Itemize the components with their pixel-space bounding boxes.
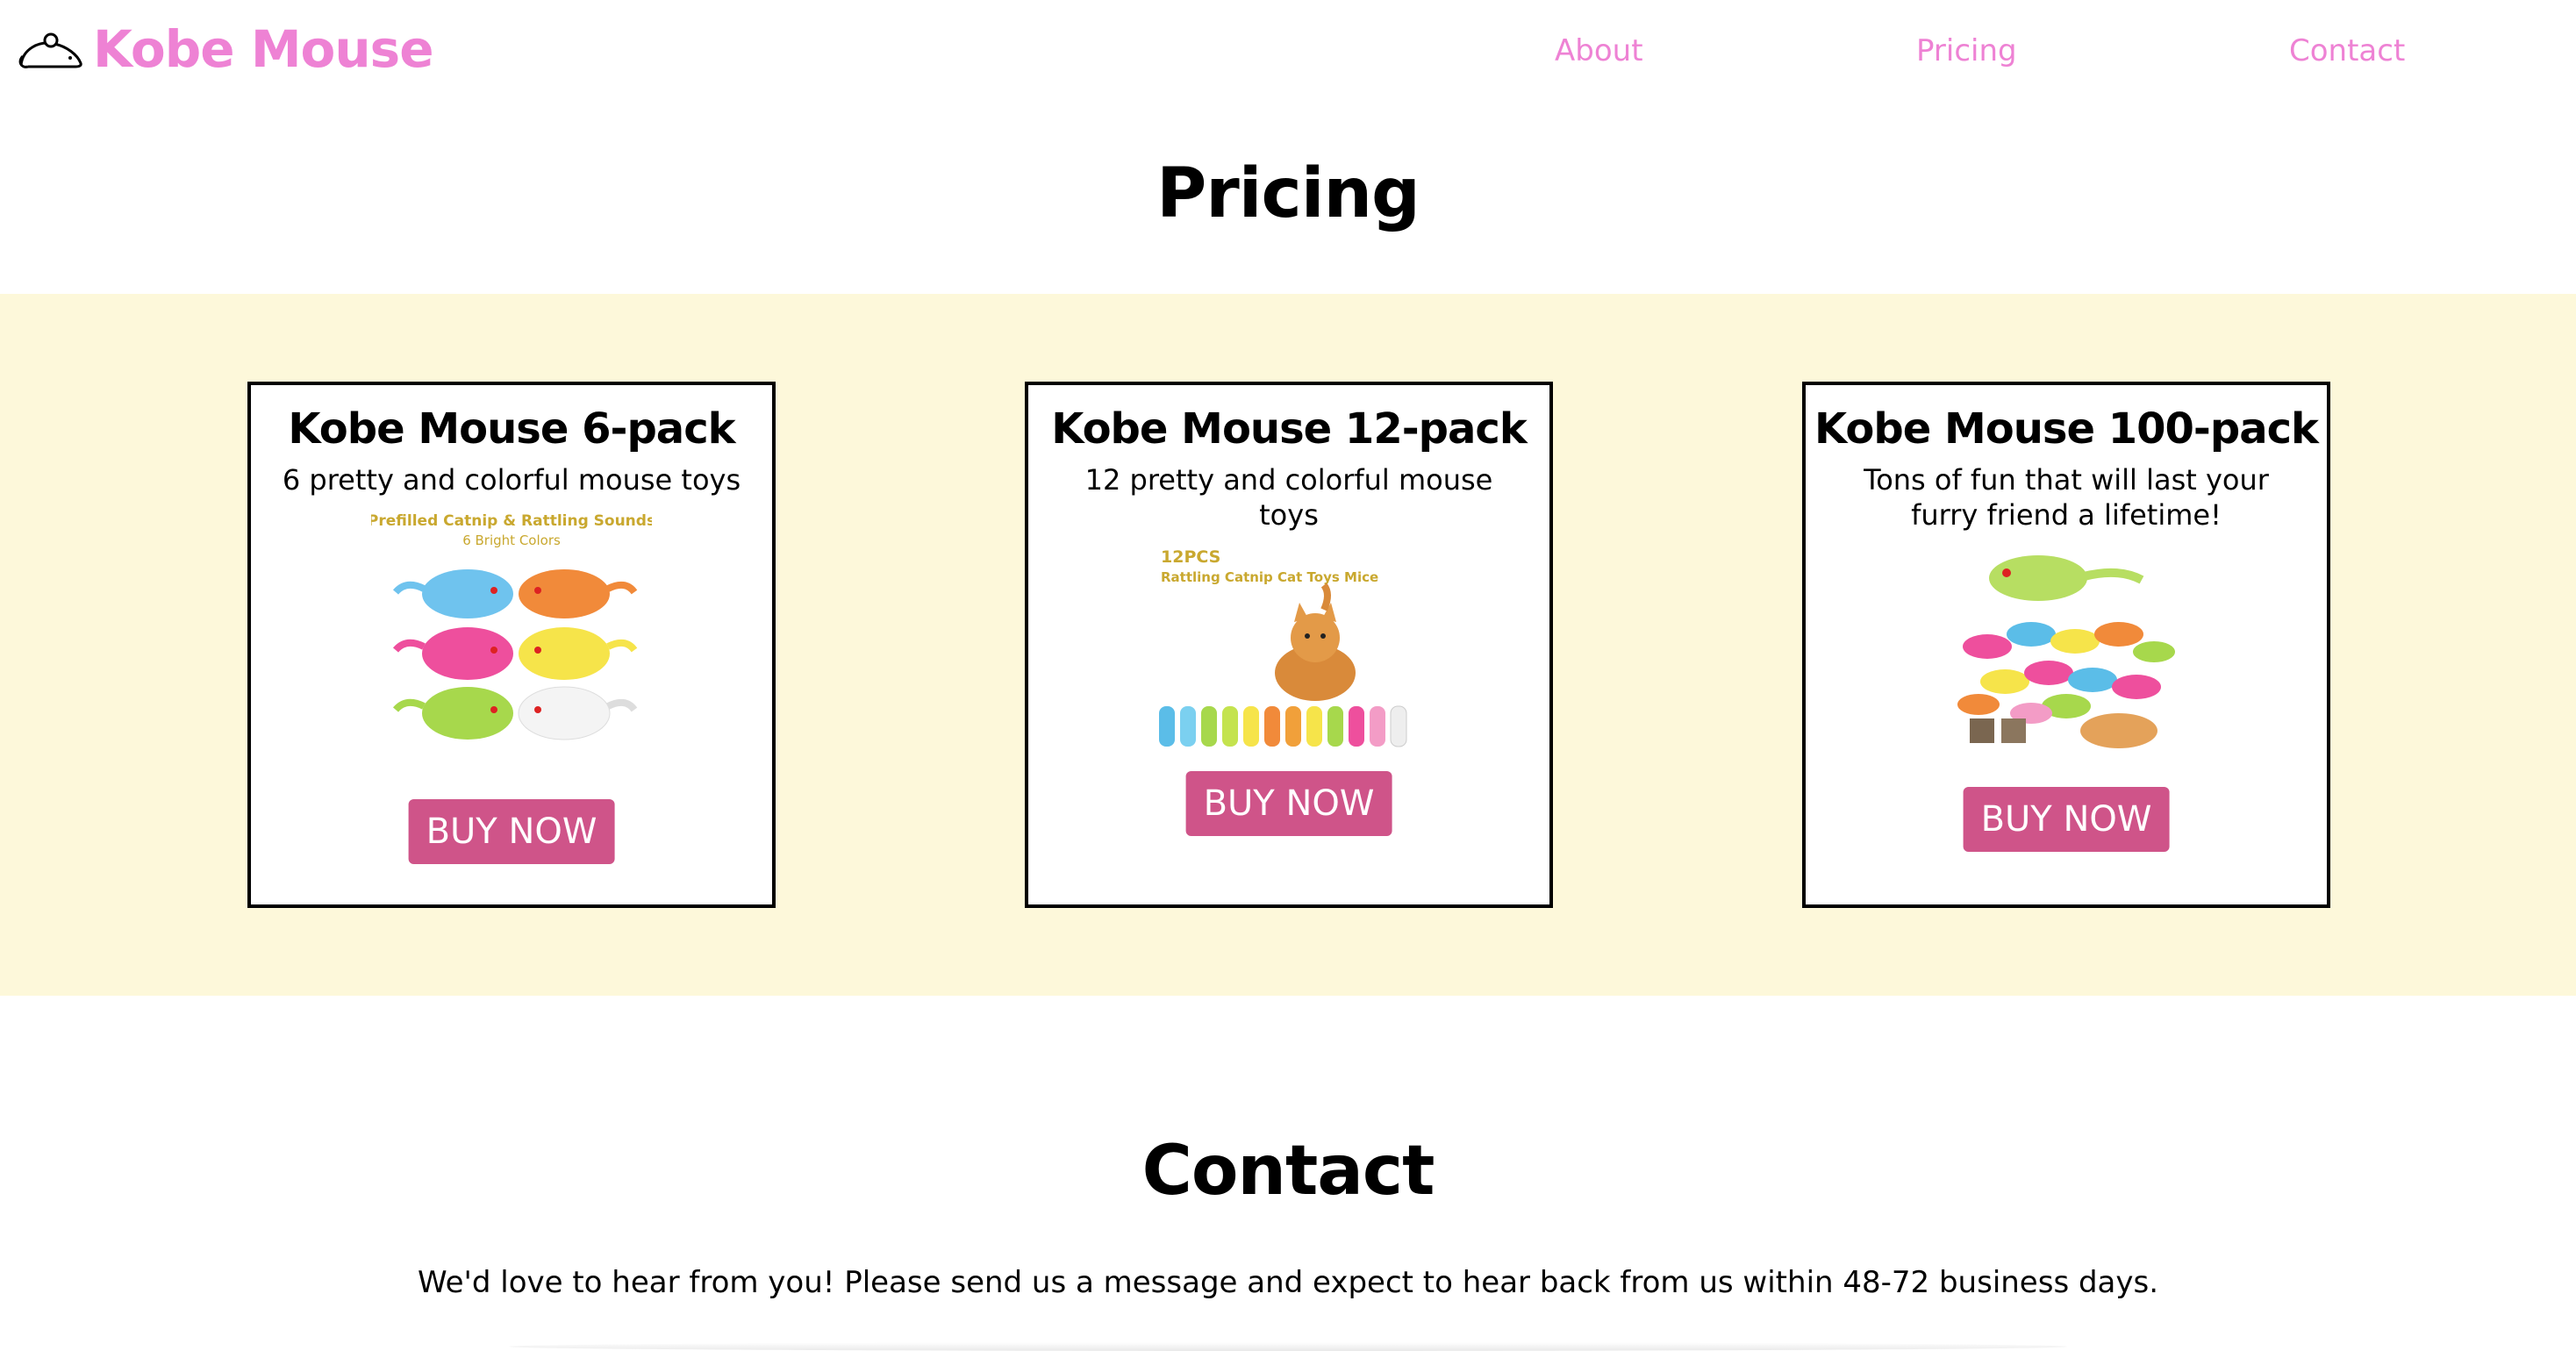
card-description: 6 pretty and colorful mouse toys bbox=[282, 463, 741, 497]
card-description: 12 pretty and colorful mouse toys bbox=[1084, 463, 1493, 532]
logo[interactable]: Kobe Mouse bbox=[16, 19, 434, 79]
contact-title: Contact bbox=[1141, 1132, 1435, 1211]
contact-message: We'd love to hear from you! Please send … bbox=[417, 1265, 2159, 1300]
pricing-card-6-pack: Kobe Mouse 6-pack 6 pretty and colorful … bbox=[247, 382, 776, 908]
card-title: Kobe Mouse 12-pack bbox=[1051, 404, 1528, 454]
product-image-100-pack bbox=[1957, 555, 2175, 748]
image-caption: 6 Bright Colors bbox=[462, 533, 561, 548]
card-title: Kobe Mouse 100-pack bbox=[1814, 404, 2319, 454]
pricing-title: Pricing bbox=[1156, 154, 1420, 233]
brand-name[interactable]: Kobe Mouse bbox=[93, 19, 434, 79]
nav-contact[interactable]: Contact bbox=[2289, 33, 2405, 68]
buy-now-button-6-pack[interactable]: BUY NOW bbox=[408, 799, 615, 864]
buy-now-button-12-pack[interactable]: BUY NOW bbox=[1185, 771, 1392, 836]
image-caption: Rattling Catnip Cat Toys Mice bbox=[1161, 569, 1378, 585]
contact-form-edge bbox=[509, 1342, 2067, 1351]
product-image-12-pack: 12PCS Rattling Catnip Cat Toys Mice bbox=[1159, 547, 1407, 747]
site-header: Kobe Mouse About Pricing Contact bbox=[0, 0, 2576, 105]
pricing-card-100-pack: Kobe Mouse 100-pack Tons of fun that wil… bbox=[1802, 382, 2330, 908]
card-description: Tons of fun that will last your furry fr… bbox=[1864, 463, 2269, 532]
image-caption: 12PCS bbox=[1161, 547, 1220, 567]
mouse-outline-icon bbox=[18, 32, 82, 68]
pricing-card-12-pack: Kobe Mouse 12-pack 12 pretty and colorfu… bbox=[1025, 382, 1553, 908]
pricing-band: Kobe Mouse 6-pack 6 pretty and colorful … bbox=[0, 294, 2576, 996]
cat-illustration bbox=[1275, 583, 1356, 701]
product-image-6-pack: Prefilled Catnip & Rattling Sounds 6 Bri… bbox=[371, 512, 652, 740]
card-title: Kobe Mouse 6-pack bbox=[288, 404, 735, 454]
image-caption: Prefilled Catnip & Rattling Sounds bbox=[371, 512, 652, 530]
buy-now-button-100-pack[interactable]: BUY NOW bbox=[1963, 787, 2170, 852]
nav-about[interactable]: About bbox=[1555, 33, 1643, 68]
nav-pricing[interactable]: Pricing bbox=[1916, 33, 2017, 68]
